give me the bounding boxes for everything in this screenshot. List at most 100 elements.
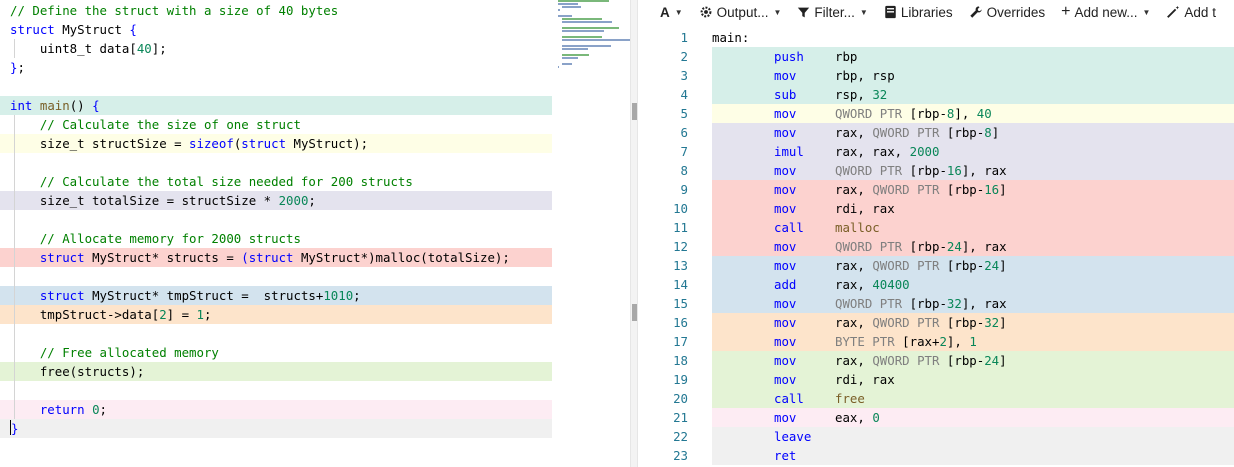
line-number: 15	[673, 296, 688, 311]
asm-line[interactable]: 12 mov QWORD PTR [rbp-24], rax	[652, 237, 1234, 256]
gear-icon	[700, 6, 712, 18]
source-line[interactable]: int main() {	[0, 96, 552, 115]
minimap-line	[558, 0, 630, 2]
asm-operands: rax, rax, 2000	[835, 142, 939, 161]
source-line[interactable]: // Allocate memory for 2000 structs	[0, 229, 552, 248]
asm-line[interactable]: 18 mov rax, QWORD PTR [rbp-24]	[652, 351, 1234, 370]
add-new-dropdown[interactable]: + Add new... ▼	[1053, 0, 1158, 24]
source-line[interactable]: struct MyStruct* tmpStruct = structs+101…	[0, 286, 552, 305]
operand-token: rbp, rsp	[835, 68, 895, 83]
source-line[interactable]: free(structs);	[0, 362, 552, 381]
asm-line[interactable]: 5 mov QWORD PTR [rbp-8], 40	[652, 104, 1234, 123]
line-number: 12	[673, 239, 688, 254]
asm-line[interactable]: 20 call free	[652, 389, 1234, 408]
source-line[interactable]: // Calculate the total size needed for 2…	[0, 172, 552, 191]
asm-line[interactable]: 2 push rbp	[652, 47, 1234, 66]
operand-token: ]	[991, 125, 1000, 140]
chevron-down-icon: ▼	[674, 7, 683, 17]
source-line[interactable]	[0, 381, 552, 400]
asm-line[interactable]: 10 mov rdi, rax	[652, 199, 1234, 218]
operand-token: QWORD PTR	[835, 106, 903, 121]
operand-token: rax,	[835, 125, 873, 140]
asm-opcode: mov	[774, 68, 797, 83]
source-line[interactable]: struct MyStruct* structs = (struct MyStr…	[0, 248, 552, 267]
code-token: (struct	[241, 250, 294, 265]
asm-code: main:	[712, 28, 1234, 47]
operand-token: QWORD PTR	[835, 239, 903, 254]
code-token: struct	[39, 288, 85, 303]
line-number: 7	[680, 144, 688, 159]
source-line[interactable]	[0, 210, 552, 229]
operand-token: ], rax	[961, 163, 1007, 178]
splitter-handle-top[interactable]	[632, 103, 637, 120]
overrides-button[interactable]: Overrides	[961, 0, 1054, 24]
code-token: ;	[353, 288, 361, 303]
asm-line[interactable]: 22 leave	[652, 427, 1234, 446]
filter-dropdown[interactable]: Filter... ▼	[789, 0, 875, 24]
asm-line[interactable]: 23 ret	[652, 446, 1234, 465]
line-number: 8	[680, 163, 688, 178]
operand-token: QWORD PTR	[872, 125, 940, 140]
minimap-line	[558, 54, 630, 56]
source-line[interactable]: tmpStruct->data[2] = 1;	[0, 305, 552, 324]
source-line[interactable]: return 0;	[0, 400, 552, 419]
asm-operands: QWORD PTR [rbp-32], rax	[835, 294, 1007, 313]
line-number: 16	[673, 315, 688, 330]
minimap-line	[558, 60, 630, 62]
source-line[interactable]: size_t totalSize = structSize * 2000;	[0, 191, 552, 210]
asm-opcode: mov	[774, 315, 797, 330]
asm-operands: rbp, rsp	[835, 66, 895, 85]
source-line[interactable]	[0, 267, 552, 286]
source-line[interactable]: size_t structSize = sizeof(struct MyStru…	[0, 134, 552, 153]
asm-line[interactable]: 1 main:	[652, 28, 1234, 47]
source-editor[interactable]: // Define the struct with a size of 40 b…	[0, 0, 552, 467]
source-line[interactable]: uint8_t data[40];	[0, 39, 552, 58]
source-line[interactable]	[0, 153, 552, 172]
asm-operands: rdi, rax	[835, 199, 895, 218]
asm-line[interactable]: 6 mov rax, QWORD PTR [rbp-8]	[652, 123, 1234, 142]
asm-line[interactable]: 4 sub rsp, 32	[652, 85, 1234, 104]
font-size-button[interactable]: A ▼	[652, 0, 691, 24]
source-line[interactable]: struct MyStruct {	[0, 20, 552, 39]
pane-splitter[interactable]	[630, 0, 638, 467]
source-minimap[interactable]	[558, 0, 632, 70]
assembly-output[interactable]: 1 main: 2 push rbp 3 mov rbp, rsp 4 sub rsp, 32 5 mo…	[652, 28, 1234, 467]
operand-token: rax, rax,	[835, 144, 910, 159]
code-token: struct	[10, 22, 55, 37]
source-line[interactable]: // Calculate the size of one struct	[0, 115, 552, 134]
asm-line[interactable]: 9 mov rax, QWORD PTR [rbp-16]	[652, 180, 1234, 199]
splitter-handle-bottom[interactable]	[632, 304, 637, 321]
source-line[interactable]: // Free allocated memory	[0, 343, 552, 362]
source-line[interactable]	[0, 324, 552, 343]
source-line[interactable]: }	[0, 419, 552, 438]
asm-line[interactable]: 13 mov rax, QWORD PTR [rbp-24]	[652, 256, 1234, 275]
output-label: Output...	[716, 4, 769, 20]
asm-line[interactable]: 19 mov rdi, rax	[652, 370, 1234, 389]
minimap-line	[558, 24, 630, 26]
asm-opcode: mov	[774, 163, 797, 178]
operand-token: ]	[999, 182, 1007, 197]
code-token: MyStruct*)malloc(totalSize);	[293, 250, 510, 265]
add-tool-dropdown[interactable]: Add t	[1158, 0, 1224, 24]
source-line[interactable]: };	[0, 58, 552, 77]
asm-line[interactable]: 7 imul rax, rax, 2000	[652, 142, 1234, 161]
asm-operands: QWORD PTR [rbp-8], 40	[835, 104, 992, 123]
line-number: 23	[673, 448, 688, 463]
output-dropdown[interactable]: Output... ▼	[691, 0, 790, 24]
libraries-button[interactable]: Libraries	[876, 0, 961, 24]
asm-line[interactable]: 14 add rax, 40400	[652, 275, 1234, 294]
asm-line[interactable]: 3 mov rbp, rsp	[652, 66, 1234, 85]
asm-line[interactable]: 11 call malloc	[652, 218, 1234, 237]
code-token: ()	[69, 98, 93, 113]
source-line[interactable]	[0, 77, 552, 96]
asm-line[interactable]: 16 mov rax, QWORD PTR [rbp-32]	[652, 313, 1234, 332]
operand-token: rbp	[835, 49, 858, 64]
asm-line[interactable]: 17 mov BYTE PTR [rax+2], 1	[652, 332, 1234, 351]
asm-line[interactable]: 21 mov eax, 0	[652, 408, 1234, 427]
asm-line[interactable]: 15 mov QWORD PTR [rbp-32], rax	[652, 294, 1234, 313]
asm-line[interactable]: 8 mov QWORD PTR [rbp-16], rax	[652, 161, 1234, 180]
source-line[interactable]: // Define the struct with a size of 40 b…	[0, 1, 552, 20]
